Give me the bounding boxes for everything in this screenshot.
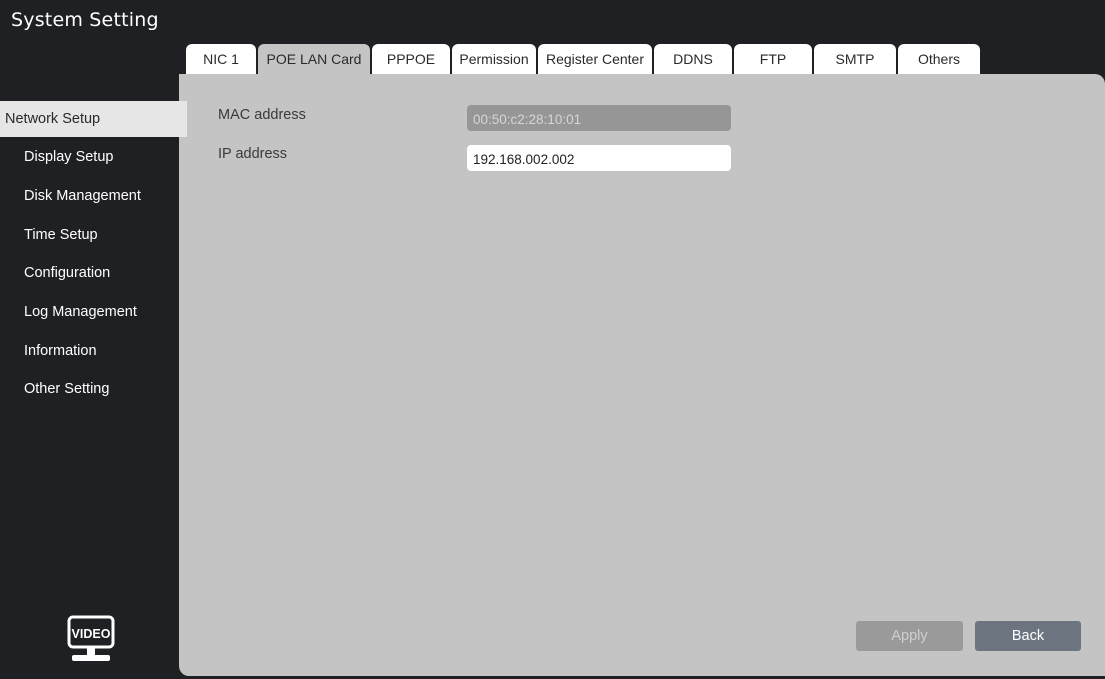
apply-button[interactable]: Apply: [856, 621, 963, 651]
sidebar-item-display-setup[interactable]: Display Setup: [0, 139, 190, 175]
ip-address-label: IP address: [218, 146, 288, 162]
sidebar-item-configuration[interactable]: Configuration: [0, 255, 190, 291]
tab-register-center[interactable]: Register Center: [538, 44, 652, 74]
logo-text: VIDEO: [72, 627, 111, 641]
back-button[interactable]: Back: [975, 621, 1081, 651]
tab-pppoe[interactable]: PPPOE: [372, 44, 450, 74]
tab-ddns[interactable]: DDNS: [654, 44, 732, 74]
tab-nic1[interactable]: NIC 1: [186, 44, 256, 74]
tab-smtp[interactable]: SMTP: [814, 44, 896, 74]
sidebar-item-information[interactable]: Information: [0, 333, 190, 369]
mac-address-label: MAC address: [218, 107, 306, 123]
sidebar-item-disk-management[interactable]: Disk Management: [0, 178, 190, 214]
tab-permission[interactable]: Permission: [452, 44, 536, 74]
sidebar-item-log-management[interactable]: Log Management: [0, 294, 190, 330]
sidebar-item-other-setting[interactable]: Other Setting: [0, 371, 190, 407]
tab-ftp[interactable]: FTP: [734, 44, 812, 74]
ip-address-field[interactable]: [467, 145, 731, 171]
sidebar-item-time-setup[interactable]: Time Setup: [0, 217, 190, 253]
video-monitor-icon: VIDEO: [66, 614, 116, 666]
mac-address-field: [467, 105, 731, 131]
sidebar-item-network-setup[interactable]: Network Setup: [0, 101, 201, 137]
window-title: System Setting: [11, 9, 159, 31]
tab-poe-lan-card[interactable]: POE LAN Card: [258, 44, 370, 74]
tab-others[interactable]: Others: [898, 44, 980, 74]
